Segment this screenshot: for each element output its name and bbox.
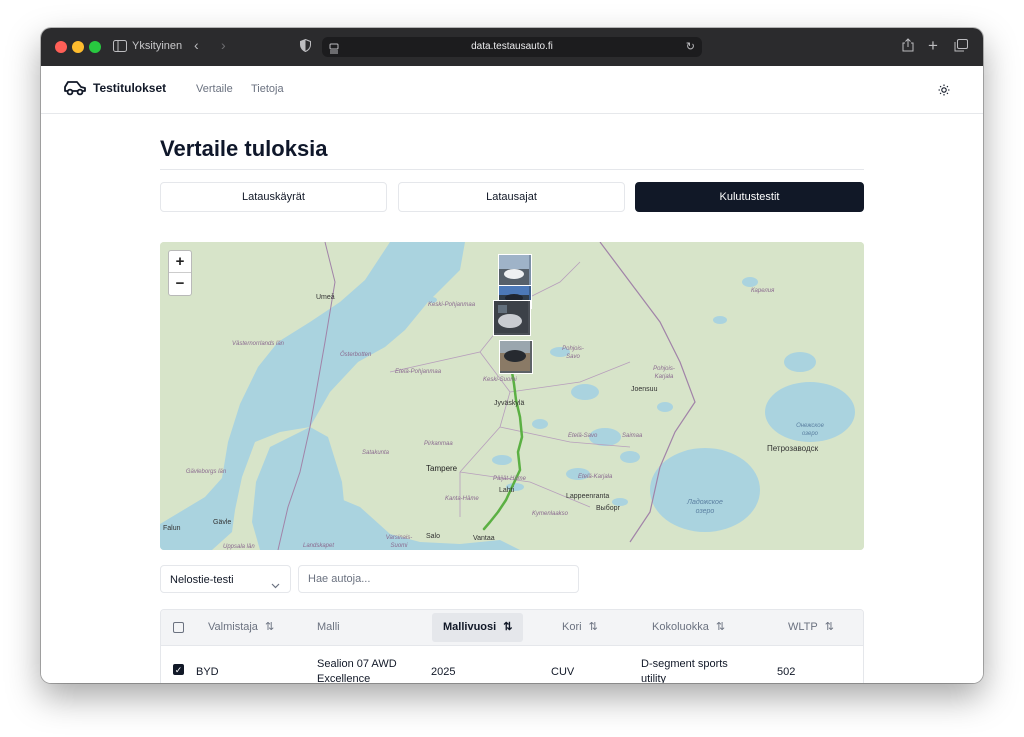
map-label-saimaa: Saimaa (622, 433, 643, 439)
column-header-malli[interactable]: Malli (317, 610, 340, 645)
sort-icon[interactable]: ⇅ (265, 621, 274, 633)
theme-toggle-sun-icon[interactable] (938, 83, 950, 101)
zoom-out-button[interactable]: − (169, 273, 191, 294)
private-browsing-label: Yksityinen (132, 40, 183, 52)
column-header-kori[interactable]: Kori ⇅ (562, 610, 598, 645)
map-label-lappeenranta: Lappeenranta (566, 493, 610, 500)
row-select-checkbox[interactable]: ✓ (173, 664, 184, 675)
page-content: Testitulokset Vertaile Tietoja Vertaile … (41, 66, 983, 683)
map-label-tampere: Tampere (426, 464, 458, 473)
sort-icon[interactable]: ⇅ (589, 621, 598, 633)
tab-latauskayrat[interactable]: Latauskäyrät (160, 182, 387, 212)
cell-valmistaja: BYD (196, 666, 219, 678)
sort-icon[interactable]: ⇅ (825, 621, 834, 633)
test-select[interactable]: Nelostie-testi (160, 565, 291, 593)
table-header: Valmistaja ⇅ Malli Mallivuosi ⇅ Kori ⇅ Koko… (161, 610, 863, 646)
map-label-jyvaskyla: Jyväskylä (494, 400, 525, 407)
map-label-etela-savo: Etelä-Savo (568, 433, 598, 439)
column-header-valmistaja[interactable]: Valmistaja ⇅ (208, 610, 274, 645)
browser-toolbar: Yksityinen ‹ › data.testausauto.fi ↻ + (41, 28, 983, 66)
map-label-vantaa: Vantaa (473, 535, 495, 542)
map-label-pohjois-savo: Pohjois-Savo (562, 346, 584, 360)
column-header-mallivuosi[interactable]: Mallivuosi ⇅ (432, 613, 524, 642)
map-label-karelia: Карелия (751, 288, 775, 294)
map-label-etela-pohjanmaa: Etelä-Pohjanmaa (395, 369, 442, 375)
map-label-paijat-hame: Päijät-Häme (493, 476, 527, 482)
chevron-down-icon (271, 576, 280, 594)
page-title: Vertaile tuloksia (160, 136, 328, 161)
url-text: data.testausauto.fi (471, 41, 553, 52)
photo-marker-car-4[interactable] (499, 340, 533, 374)
map-label-gavle: Gävle (213, 519, 232, 526)
photo-marker-car-3[interactable] (493, 300, 531, 336)
map-label-petrozavodsk: Петрозаводск (767, 444, 819, 453)
map-label-joensuu: Joensuu (631, 386, 658, 393)
cell-malli: Sealion 07 AWD Excellence (317, 658, 397, 683)
tab-latausajat[interactable]: Latausajat (398, 182, 625, 212)
map-label-gavleborg: Gävleborgs län (185, 469, 227, 475)
map-label-kanta-hame: Kanta-Häme (445, 496, 479, 502)
map-label-osterbotten: Österbotten (340, 352, 372, 358)
results-table: Valmistaja ⇅ Malli Mallivuosi ⇅ Kori ⇅ Koko… (160, 609, 864, 683)
test-select-value: Nelostie-testi (170, 574, 234, 586)
tab-kulutustestit[interactable]: Kulutustestit (635, 182, 864, 212)
car-search-input[interactable] (298, 565, 579, 593)
site-header: Testitulokset Vertaile Tietoja (41, 66, 983, 114)
title-divider (160, 169, 864, 170)
map-label-etela-karjala: Etelä-Karjala (578, 474, 613, 480)
cell-wltp: 502 (777, 666, 796, 678)
photo-marker-car-1[interactable] (498, 254, 532, 288)
map-label-pirkanmaa: Pirkanmaa (424, 441, 453, 447)
column-header-wltp[interactable]: WLTP ⇅ (788, 610, 834, 645)
map-label-onega: Онежское озеро (796, 423, 824, 437)
sort-icon[interactable]: ⇅ (503, 621, 512, 633)
map-label-salo: Salo (426, 533, 441, 540)
map-label-vyborg: Выборг (596, 505, 621, 512)
brand-name[interactable]: Testitulokset (93, 81, 166, 95)
map-label-kymenlaakso: Kymenlaakso (532, 511, 569, 517)
nav-link-vertaile[interactable]: Vertaile (196, 83, 233, 95)
sort-icon[interactable]: ⇅ (716, 621, 725, 633)
car-logo-icon[interactable] (63, 79, 87, 102)
cell-kokoluokka: D-segment sports utility (641, 658, 728, 683)
nav-link-tietoja[interactable]: Tietoja (251, 83, 284, 95)
table-row[interactable]: ✓ BYD Sealion 07 AWD Excellence 2025 CUV… (161, 646, 863, 683)
sidebar-icon[interactable] (113, 39, 127, 52)
address-bar[interactable]: data.testausauto.fi ↻ (322, 37, 702, 57)
route-map[interactable]: Umeå Västernorrlands län Österbotten Kes… (160, 242, 864, 550)
back-icon[interactable]: ‹ (194, 37, 199, 53)
map-label-satakunta: Satakunta (362, 450, 390, 456)
map-label-vasternorrland: Västernorrlands län (231, 341, 285, 347)
tab-overview-icon[interactable] (954, 39, 968, 55)
forward-icon[interactable]: › (221, 37, 226, 53)
close-window-button[interactable] (55, 41, 67, 53)
map-label-umea: Umeå (316, 294, 335, 301)
zoom-window-button[interactable] (89, 41, 101, 53)
privacy-shield-icon[interactable] (300, 38, 311, 55)
browser-window: Yksityinen ‹ › data.testausauto.fi ↻ + T… (41, 28, 983, 683)
map-label-keski-pohjanmaa: Keski-Pohjanmaa (428, 302, 476, 308)
select-all-checkbox[interactable] (173, 622, 184, 633)
share-icon[interactable] (902, 38, 914, 55)
cell-kori: CUV (551, 666, 575, 678)
map-label-landskapet: Landskapet (303, 543, 335, 549)
map-label-pohjois-karjala: Pohjois-Karjala (653, 366, 675, 380)
reload-icon[interactable]: ↻ (686, 40, 695, 53)
map-label-ladoga: Ладожское озеро (687, 499, 723, 515)
map-label-falun: Falun (163, 525, 181, 532)
map-label-lahti: Lahti (499, 487, 515, 494)
column-header-kokoluokka[interactable]: Kokoluokka ⇅ (652, 610, 725, 645)
map-label-varsinais-suomi: Varsinais-Suomi (385, 535, 413, 549)
zoom-in-button[interactable]: + (169, 251, 191, 273)
new-tab-icon[interactable]: + (928, 36, 938, 56)
map-label-uppsala: Uppsala län (223, 544, 255, 550)
map-zoom-control: + − (168, 250, 192, 296)
cell-mallivuosi: 2025 (431, 666, 456, 678)
minimize-window-button[interactable] (72, 41, 84, 53)
map-label-keski-suomi: Keski-Suomi (483, 377, 517, 383)
